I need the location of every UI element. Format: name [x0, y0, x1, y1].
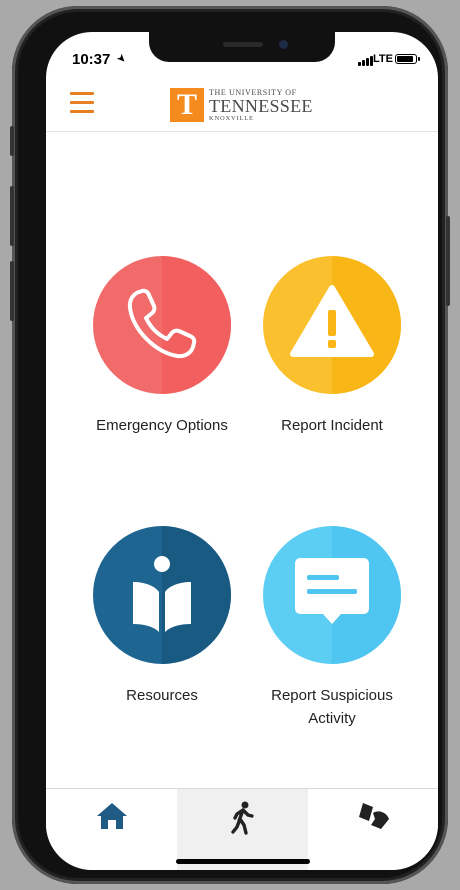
walking-person-icon — [230, 801, 254, 835]
logo-mark: T — [170, 88, 204, 122]
book-reader-icon — [133, 556, 191, 632]
nav-tab-walk[interactable] — [177, 789, 308, 870]
bottom-nav — [46, 788, 438, 870]
emergency-options-button[interactable]: Emergency Options — [72, 256, 252, 437]
home-indicator — [176, 859, 310, 864]
app-header: T THE UNIVERSITY OF TENNESSEE KNOXVILLE — [46, 76, 438, 132]
report-suspicious-activity-label: Report Suspicious Activity — [271, 687, 393, 727]
nav-tab-home[interactable] — [46, 789, 177, 870]
report-incident-circle — [263, 256, 401, 394]
logo-line3: KNOXVILLE — [209, 115, 254, 122]
chat-bubble-icon — [295, 558, 369, 624]
report-incident-button[interactable]: Report Incident — [242, 256, 422, 437]
notch — [149, 32, 335, 62]
earpiece-speaker — [223, 42, 263, 47]
emergency-options-label: Emergency Options — [96, 417, 228, 434]
volume-up-button — [10, 186, 14, 246]
campus-map-icon — [358, 803, 389, 829]
resources-button[interactable]: Resources — [72, 526, 252, 707]
phone-frame: 10:37 ➤ LTE T THE UNIVERSITY OF TENNESSE… — [10, 6, 450, 884]
nav-tab-map[interactable] — [308, 789, 438, 870]
location-arrow-icon: ➤ — [113, 51, 129, 67]
action-grid: Emergency Options Report Incident Resour… — [46, 132, 438, 782]
warning-icon — [290, 285, 374, 357]
app-screen: 10:37 ➤ LTE T THE UNIVERSITY OF TENNESSE… — [46, 32, 438, 870]
resources-circle — [93, 526, 231, 664]
front-camera — [279, 40, 288, 49]
resources-label: Resources — [126, 687, 198, 704]
phone-icon — [127, 288, 197, 359]
cellular-signal-icon — [358, 56, 373, 66]
report-suspicious-activity-button[interactable]: Report Suspicious Activity — [242, 526, 422, 730]
network-type: LTE — [373, 53, 393, 65]
status-time: 10:37 — [72, 51, 111, 68]
hamburger-menu-icon[interactable] — [70, 92, 98, 114]
power-button — [446, 216, 450, 306]
mute-switch — [10, 126, 14, 156]
logo-text: THE UNIVERSITY OF TENNESSEE KNOXVILLE — [209, 88, 313, 122]
home-icon — [96, 803, 127, 829]
university-logo: T THE UNIVERSITY OF TENNESSEE KNOXVILLE — [170, 88, 313, 122]
volume-down-button — [10, 261, 14, 321]
report-suspicious-activity-circle — [263, 526, 401, 664]
report-incident-label: Report Incident — [281, 417, 383, 434]
battery-icon — [395, 54, 420, 64]
logo-line2: TENNESSEE — [209, 96, 313, 116]
emergency-options-circle — [93, 256, 231, 394]
